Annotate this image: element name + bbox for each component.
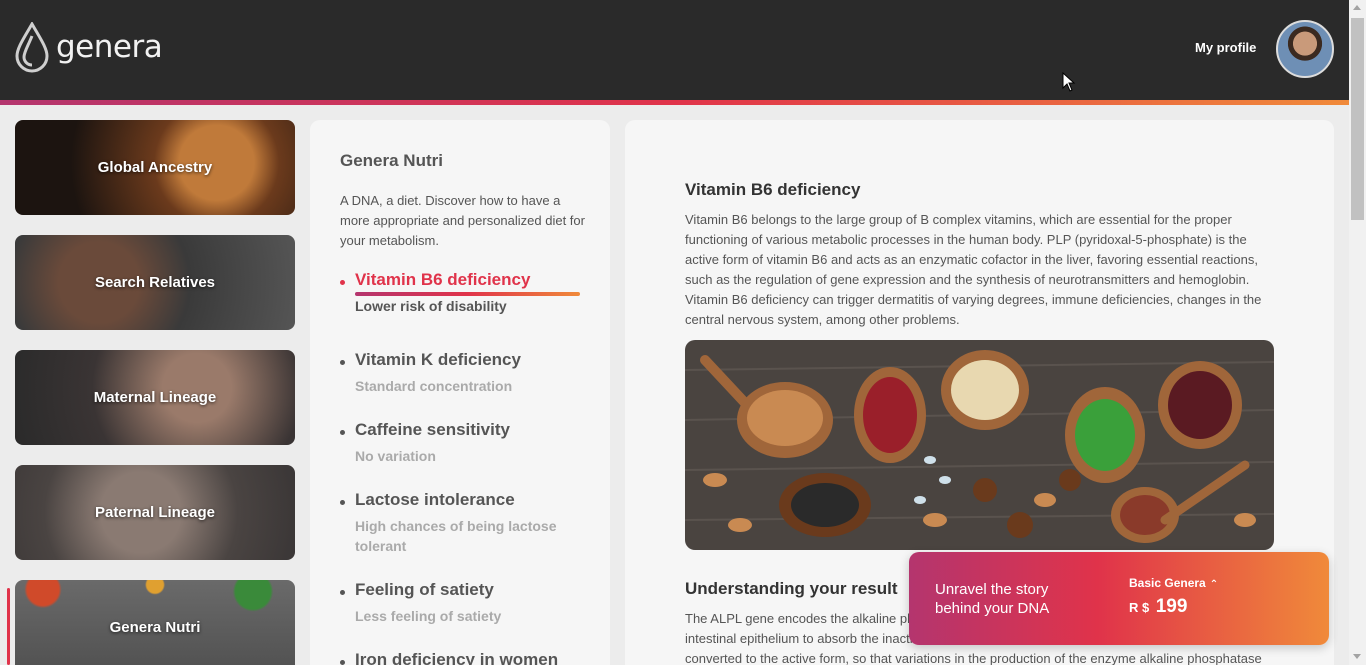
panel-description: A DNA, a diet. Discover how to have a mo…: [340, 193, 585, 248]
sidebar-item-paternal-lineage[interactable]: Paternal Lineage: [15, 465, 295, 560]
active-item-indicator: [7, 588, 10, 665]
sidebar-item-label: Paternal Lineage: [94, 504, 216, 521]
plan-name: Basic Genera: [1129, 576, 1206, 590]
sidebar-item-global-ancestry[interactable]: Global Ancestry: [15, 120, 295, 215]
trait-name: Feeling of satiety: [355, 580, 494, 599]
top-header: genera My profile: [0, 0, 1349, 100]
section-title: Understanding your result: [685, 579, 898, 598]
purchase-banner[interactable]: Unravel the story behind your DNA Basic …: [909, 552, 1329, 645]
sidebar-item-maternal-lineage[interactable]: Maternal Lineage: [15, 350, 295, 445]
trait-name: Iron deficiency in women: [355, 650, 559, 665]
trait-result: High chances of being lactose tolerant: [355, 518, 557, 554]
trait-name: Vitamin K deficiency: [355, 350, 521, 369]
avatar[interactable]: [1276, 20, 1334, 78]
bullet-icon: [340, 660, 345, 665]
trait-result: No variation: [355, 448, 436, 464]
trait-result: Lower risk of disability: [355, 298, 507, 314]
active-trait-underline: [355, 292, 580, 296]
food-illustration: [685, 340, 1274, 550]
spoons-food-image: [685, 340, 1274, 550]
plan-price: R $ 199: [1129, 596, 1187, 618]
scroll-down-icon[interactable]: [1353, 654, 1361, 659]
bullet-icon: [340, 430, 345, 435]
drop-logo-icon: [15, 22, 49, 73]
panel-title: Genera Nutri: [340, 151, 443, 170]
trait-name: Vitamin B6 deficiency: [355, 270, 531, 289]
sidebar-item-genera-nutri[interactable]: Genera Nutri: [15, 580, 295, 665]
article-title: Vitamin B6 deficiency: [685, 180, 861, 199]
logo-text: genera: [56, 28, 163, 65]
promo-text: Unravel the story behind your DNA: [935, 581, 1050, 617]
sidebar-item-search-relatives[interactable]: Search Relatives: [15, 235, 295, 330]
mouse-cursor-icon: [1062, 72, 1076, 92]
price-amount: 199: [1155, 596, 1188, 617]
trait-result: Standard concentration: [355, 378, 513, 394]
genera-logo[interactable]: genera: [14, 22, 163, 74]
trait-name: Caffeine sensitivity: [355, 420, 510, 439]
bullet-icon: [340, 590, 345, 595]
scrollbar-thumb[interactable]: [1351, 18, 1364, 220]
plan-selector[interactable]: Basic Genera ⌃: [1129, 576, 1218, 590]
sidebar-item-label: Search Relatives: [94, 274, 216, 291]
chevron-up-icon: ⌃: [1209, 579, 1219, 590]
scroll-up-icon[interactable]: [1353, 5, 1361, 10]
bullet-icon: [340, 280, 345, 285]
bullet-icon: [340, 500, 345, 505]
my-profile-link[interactable]: My profile: [1195, 40, 1256, 55]
bullet-icon: [340, 360, 345, 365]
sidebar-item-label: Genera Nutri: [109, 619, 201, 636]
trait-result: Less feeling of satiety: [355, 608, 502, 624]
price-currency: R $: [1129, 600, 1150, 615]
sidebar-item-label: Global Ancestry: [97, 159, 213, 176]
header-gradient-bar: [0, 100, 1349, 105]
sidebar-item-label: Maternal Lineage: [93, 389, 217, 406]
article-body: Vitamin B6 belongs to the large group of…: [685, 212, 1262, 327]
trait-name: Lactose intolerance: [355, 490, 515, 509]
